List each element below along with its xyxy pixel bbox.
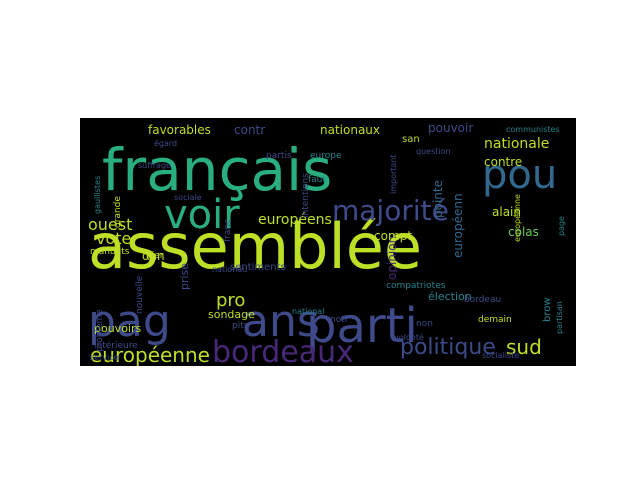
- cloud-word: sociale: [174, 193, 202, 202]
- cloud-word: non: [416, 319, 433, 329]
- cloud-word: mandats: [90, 247, 130, 257]
- cloud-word: européenne: [512, 194, 522, 242]
- cloud-word: nationau: [212, 265, 247, 274]
- cloud-word: important: [389, 154, 398, 194]
- cloud-word: pouvoir: [428, 121, 473, 135]
- cloud-word: contr: [234, 123, 265, 137]
- cloud-word: grande: [113, 196, 123, 228]
- cloud-word: communistes: [506, 125, 560, 134]
- cloud-word: franc: [223, 219, 233, 242]
- cloud-word: san: [402, 134, 420, 145]
- cloud-word: nationale: [484, 136, 549, 152]
- cloud-word: national: [292, 307, 324, 316]
- cloud-word: sondage: [208, 308, 255, 321]
- cloud-word: hier: [146, 251, 164, 261]
- cloud-word: partis: [266, 151, 292, 161]
- cloud-word: demain: [478, 315, 512, 325]
- word-cloud-canvas: assembléefrançaispartianspagpouvoirborde…: [88, 121, 566, 366]
- cloud-word: prise: [178, 263, 191, 290]
- cloud-word: page: [557, 216, 566, 236]
- cloud-word: service: [90, 353, 119, 362]
- cloud-word: européens: [258, 212, 332, 228]
- cloud-word: intentions: [301, 173, 311, 218]
- cloud-word: égard: [154, 138, 177, 148]
- word-cloud: assemblée français parti ans pag pou voir borde…: [80, 118, 576, 366]
- cloud-word: bordeau: [464, 295, 501, 305]
- cloud-word: vote: [96, 229, 131, 248]
- cloud-word: favorables: [148, 123, 211, 137]
- cloud-word: pointe: [431, 180, 445, 218]
- cloud-word: contre: [484, 155, 522, 169]
- cloud-word: pitr: [232, 321, 248, 331]
- cloud-word: question: [416, 147, 451, 156]
- cloud-word: bordeaux: [212, 335, 354, 366]
- cloud-word: notr: [330, 315, 349, 325]
- cloud-word: problème: [94, 309, 105, 352]
- cloud-word: socialiste: [482, 351, 519, 360]
- cloud-word: brow: [542, 297, 553, 322]
- cloud-word: europe: [310, 151, 342, 161]
- cloud-word: nationaux: [320, 123, 380, 137]
- cloud-word: partisan: [555, 301, 564, 334]
- cloud-word: européenn: [451, 193, 465, 258]
- cloud-word: compt: [374, 229, 412, 243]
- cloud-word: nouvelle: [135, 275, 145, 314]
- cloud-word: suffrage: [138, 161, 171, 170]
- cloud-word: compatriotes: [386, 281, 446, 291]
- cloud-word: volonté: [394, 332, 424, 342]
- cloud-word: gaullistes: [93, 176, 102, 214]
